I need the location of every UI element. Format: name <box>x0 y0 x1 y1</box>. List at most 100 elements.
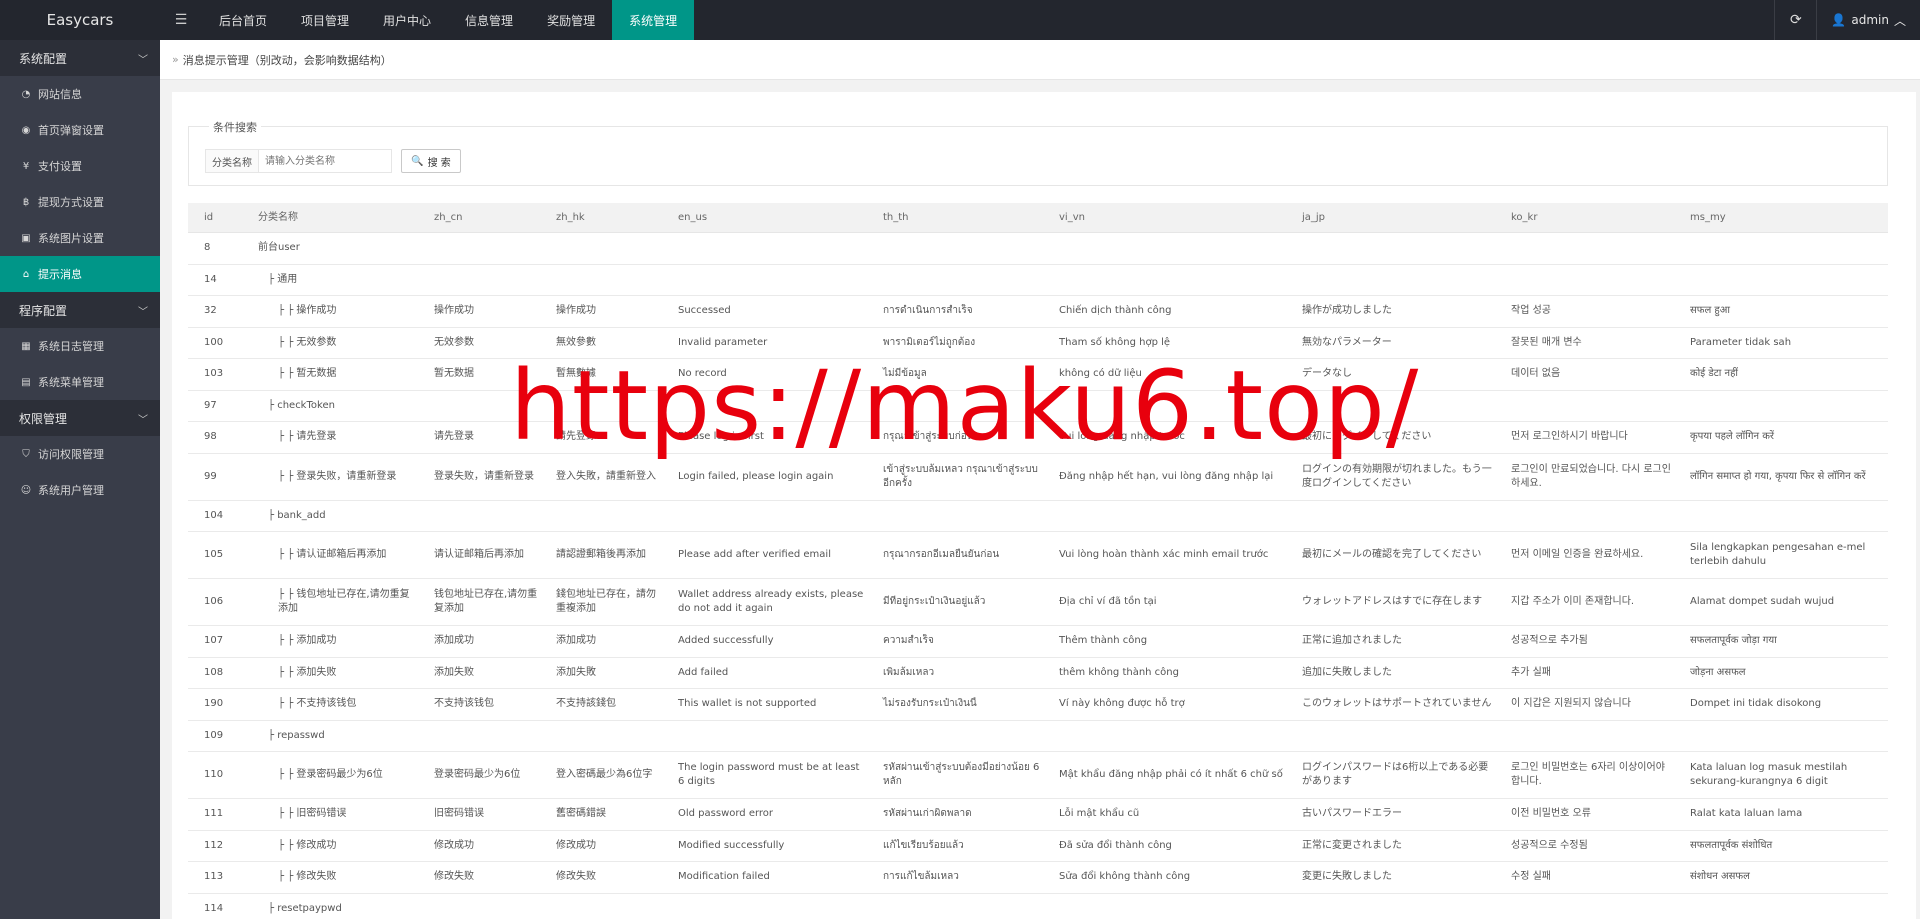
breadcrumb-text[interactable]: 消息提示管理（别改动，会影响数据结构） <box>183 52 392 68</box>
table-row[interactable]: 14 ├ 通用 <box>188 265 1888 296</box>
table-cell-en_us: Wallet address already exists, please do… <box>678 589 864 614</box>
sidebar-item[interactable]: ⌂ 提示消息 <box>0 256 160 292</box>
table-row[interactable]: 109 ├ repasswd <box>188 721 1888 752</box>
table-row[interactable]: 32 ├ ├ 操作成功 操作成功 操作成功 Successed การดำเนินการส… <box>188 296 1888 328</box>
breadcrumb-arrow-icon: » <box>172 53 179 66</box>
table-cell-ja_jp: 変更に失敗しました <box>1302 871 1392 883</box>
table-cell-vi_vn: Tham số không hợp lệ <box>1059 336 1171 348</box>
column-header: ja_jp <box>1302 211 1326 223</box>
chevron-down-icon: ﹀ <box>138 414 148 426</box>
sidebar-group[interactable]: 权限管理 ﹀ <box>0 400 160 436</box>
table-cell-th_th: เพิ่มล้มเหลว <box>883 666 935 678</box>
sidebar-item[interactable]: ⛉ 访问权限管理 <box>0 436 160 472</box>
table-cell-zh_hk: 操作成功 <box>556 305 596 317</box>
table-cell-vi_vn: Vui lòng hoàn thành xác minh email trước <box>1059 549 1269 560</box>
top-nav-item[interactable]: 后台首页 <box>202 0 284 40</box>
table-cell-name: ├ 通用 <box>268 273 298 285</box>
sidebar-item[interactable]: ฿ 提现方式设置 <box>0 184 160 220</box>
search-legend: 条件搜索 <box>209 119 261 135</box>
sidebar-item[interactable]: ▤ 系统菜单管理 <box>0 364 160 400</box>
table-cell-vi_vn: Vui lòng đăng nhập trước <box>1059 431 1185 443</box>
table-row[interactable]: 99 ├ ├ 登录失败，请重新登录 登录失败，请重新登录 登入失敗，請重新登入 Logi… <box>188 454 1888 501</box>
table-row[interactable]: 108 ├ ├ 添加失败 添加失败 添加失敗 Add failed เพิ่มล้มเหล… <box>188 658 1888 689</box>
table-cell-ko_kr: 수정 실패 <box>1511 871 1551 883</box>
column-header: th_th <box>883 211 909 223</box>
top-nav-item[interactable]: 信息管理 <box>448 0 530 40</box>
sidebar-group[interactable]: 系统配置 ﹀ <box>0 40 160 76</box>
sidebar-item[interactable]: ▣ 系统图片设置 <box>0 220 160 256</box>
table-row[interactable]: 105 ├ ├ 请认证邮箱后再添加 请认证邮箱后再添加 請認證郵箱後再添加 Please… <box>188 532 1888 579</box>
yen-icon: ¥ <box>22 160 30 172</box>
table-cell-vi_vn: Đã sửa đổi thành công <box>1059 839 1172 851</box>
table-cell-id: 99 <box>204 470 217 482</box>
table-cell-zh_hk: 登入密碼最少為6位字 <box>556 769 653 780</box>
table-row[interactable]: 106 ├ ├ 钱包地址已存在,请勿重复添加 钱包地址已存在,请勿重复添加 錢包地址已… <box>188 579 1888 626</box>
table-cell-ja_jp: データなし <box>1302 368 1352 380</box>
sidebar-item-label: 首页弹窗设置 <box>38 124 104 137</box>
sidebar-group[interactable]: 程序配置 ﹀ <box>0 292 160 328</box>
search-input[interactable] <box>258 149 392 173</box>
table-cell-vi_vn: Đăng nhập hết hạn, vui lòng đăng nhập lạ… <box>1059 470 1274 482</box>
table-cell-name: ├ resetpaypwd <box>268 902 342 914</box>
table-cell-zh_cn: 操作成功 <box>434 305 474 317</box>
table-cell-name: ├ ├ 修改失败 <box>278 871 337 883</box>
top-nav-item[interactable]: 用户中心 <box>366 0 448 40</box>
table-cell-id: 8 <box>204 242 211 254</box>
table-cell-id: 114 <box>204 902 224 914</box>
top-nav-item[interactable]: 奖励管理 <box>530 0 612 40</box>
table-cell-id: 103 <box>204 368 224 380</box>
sidebar-item-label: 系统菜单管理 <box>38 376 104 389</box>
table-cell-name: ├ ├ 暂无数据 <box>278 368 337 380</box>
table-cell-ja_jp: ウォレットアドレスはすでに存在します <box>1302 596 1483 607</box>
table-cell-ms_my: जोड़ना असफल <box>1690 666 1746 678</box>
table-row[interactable]: 114 ├ resetpaypwd <box>188 894 1888 919</box>
table-cell-zh_hk: 添加失敗 <box>556 666 596 678</box>
table-cell-zh_cn: 修改失败 <box>434 871 474 883</box>
table-row[interactable]: 110 ├ ├ 登录密码最少为6位 登录密码最少为6位 登入密碼最少為6位字 The l… <box>188 752 1888 799</box>
table-cell-name: ├ ├ 修改成功 <box>278 839 337 851</box>
sidebar-item[interactable]: ▦ 系统日志管理 <box>0 328 160 364</box>
top-nav-item[interactable]: 系统管理 <box>612 0 695 40</box>
table-cell-zh_hk: 登入失敗，請重新登入 <box>556 470 656 482</box>
table-row[interactable]: 98 ├ ├ 请先登录 请先登录 請先登錄 Please log in first กรุ… <box>188 422 1888 454</box>
table-cell-th_th: กรุณากรอกอีเมลยืนยันก่อน <box>883 549 1000 560</box>
search-button[interactable]: 🔍 搜 索 <box>401 149 461 173</box>
sidebar-item[interactable]: ◔ 网站信息 <box>0 76 160 112</box>
table-row[interactable]: 107 ├ ├ 添加成功 添加成功 添加成功 Added successfully ควา… <box>188 626 1888 658</box>
table-row[interactable]: 97 ├ checkToken <box>188 391 1888 422</box>
table-cell-id: 100 <box>204 336 224 348</box>
table-cell-zh_cn: 请认证邮箱后再添加 <box>434 549 524 560</box>
search-button-label: 搜 索 <box>427 157 451 169</box>
table-cell-th_th: ไม่มีข้อมูล <box>883 368 927 380</box>
table-cell-ja_jp: ログインの有効期限が切れました。もう一度ログインしてください <box>1302 463 1492 489</box>
table-row[interactable]: 8 前台user <box>188 233 1888 265</box>
sidebar-item[interactable]: ¥ 支付设置 <box>0 148 160 184</box>
table-cell-vi_vn: Ví này không được hỗ trợ <box>1059 698 1185 710</box>
table-row[interactable]: 112 ├ ├ 修改成功 修改成功 修改成功 Modified successfully… <box>188 831 1888 862</box>
table-cell-th_th: เข้าสู่ระบบล้มเหลว กรุณาเข้าสู่ระบบอีกคร… <box>883 463 1038 489</box>
table-cell-th_th: แก้ไขเรียบร้อยแล้ว <box>883 839 964 851</box>
table-row[interactable]: 104 ├ bank_add <box>188 501 1888 532</box>
menu-toggle-icon[interactable]: ☰ <box>160 0 202 40</box>
brand-logo[interactable]: Easycars <box>0 0 160 40</box>
main-content: » 消息提示管理（别改动，会影响数据结构） 条件搜索 分类名称 🔍 搜 索 id… <box>160 40 1920 919</box>
top-nav-item[interactable]: 项目管理 <box>284 0 366 40</box>
table-row[interactable]: 111 ├ ├ 旧密码错误 旧密码错误 舊密碼錯誤 Old password error… <box>188 799 1888 831</box>
chevron-up-icon: ︿ <box>1893 13 1906 28</box>
sidebar-item[interactable]: ◉ 首页弹窗设置 <box>0 112 160 148</box>
table-cell-name: ├ ├ 登录失败，请重新登录 <box>278 470 397 482</box>
table-cell-th_th: กรุณาเข้าสู่ระบบก่อน <box>883 431 974 443</box>
sidebar-item[interactable]: ☺ 系统用户管理 <box>0 472 160 508</box>
table-row[interactable]: 113 ├ ├ 修改失败 修改失败 修改失败 Modification failed กา… <box>188 862 1888 894</box>
refresh-icon[interactable]: ⟳ <box>1774 0 1816 40</box>
table-row[interactable]: 190 ├ ├ 不支持该钱包 不支持该钱包 不支持該錢包 This wallet is … <box>188 689 1888 721</box>
table-row[interactable]: 103 ├ ├ 暂无数据 暂无数据 暫無數據 No record ไม่มีข้อมูล k… <box>188 359 1888 391</box>
messages-table: id 分类名称 zh_cn zh_hk en_us th_th vi_vn ja_jp ko_k… <box>188 203 1888 919</box>
table-row[interactable]: 100 ├ ├ 无效参数 无效参数 無效參數 Invalid parameter พารา… <box>188 328 1888 359</box>
table-icon: ▤ <box>21 376 31 388</box>
table-cell-id: 32 <box>204 305 217 317</box>
bitcoin-icon: ฿ <box>22 196 30 208</box>
table-cell-id: 105 <box>204 549 224 560</box>
table-cell-zh_cn: 不支持该钱包 <box>434 698 494 710</box>
user-menu[interactable]: 👤 admin ︿ <box>1816 0 1920 40</box>
